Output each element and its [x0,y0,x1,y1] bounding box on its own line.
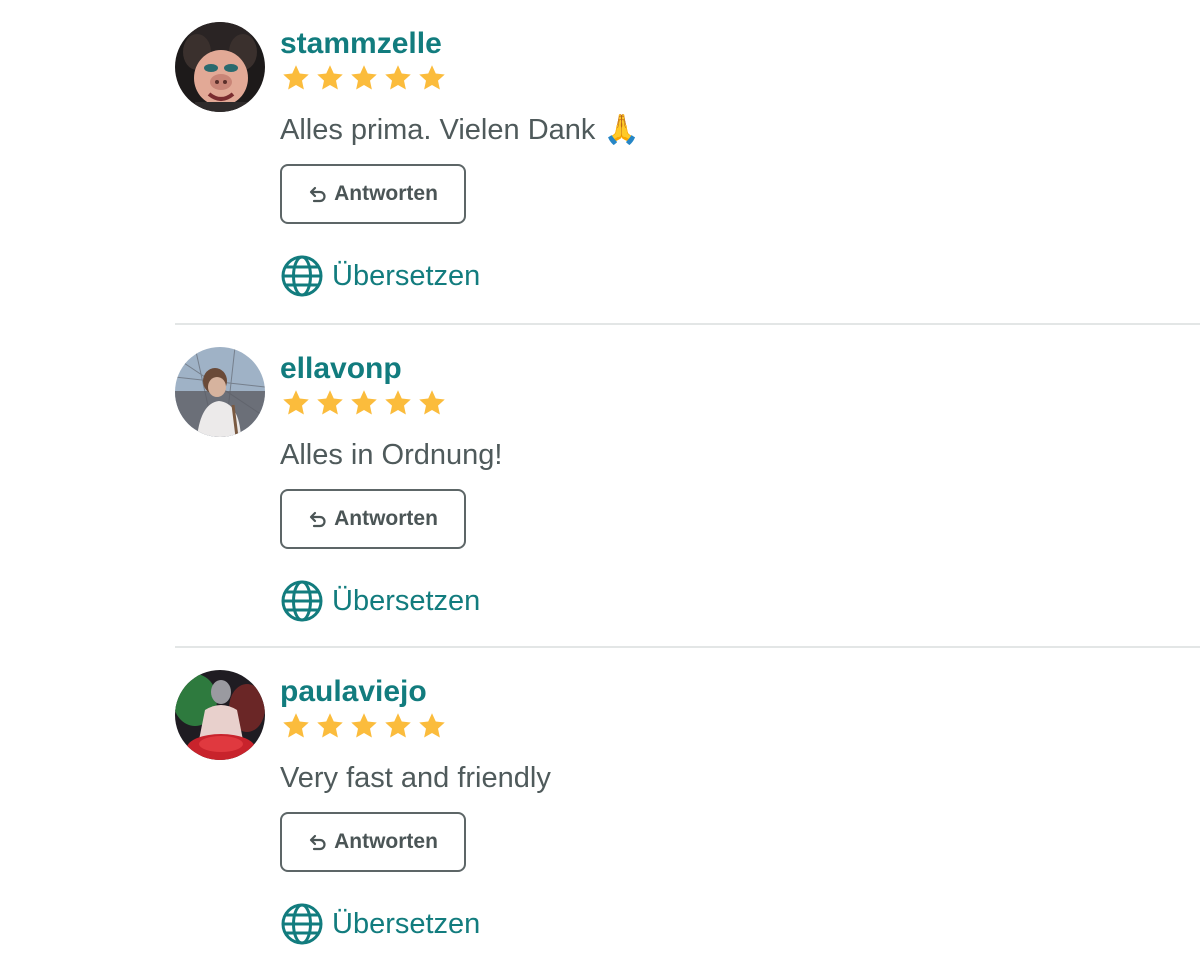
reply-button[interactable]: Antworten [280,164,466,224]
translate-link[interactable]: Übersetzen [280,902,480,946]
review-text: Alles prima. Vielen Dank 🙏 [280,114,640,146]
star-icon [382,388,414,418]
translate-label: Übersetzen [332,585,481,617]
reply-button-label: Antworten [334,182,438,205]
star-icon [382,63,414,93]
reply-button-label: Antworten [334,830,438,853]
avatar[interactable] [175,22,265,112]
globe-icon [280,902,324,946]
star-icon [314,388,346,418]
reviewer-name[interactable]: ellavonp [280,351,402,387]
translate-link[interactable]: Übersetzen [280,254,480,298]
translate-label: Übersetzen [332,908,481,940]
star-icon [382,711,414,741]
star-icon [280,63,312,93]
globe-icon [280,254,324,298]
reply-arrow-icon [308,184,328,204]
star-rating [280,711,448,741]
reply-arrow-icon [308,832,328,852]
reviewer-name[interactable]: paulaviejo [280,674,427,710]
star-icon [348,388,380,418]
review-text: Alles in Ordnung! [280,439,503,471]
translate-label: Übersetzen [332,260,481,292]
globe-icon [280,579,324,623]
review-item: paulaviejo Very fast and friendly Antwor… [175,646,1200,969]
review-item: ellavonp Alles in Ordnung! Antworten Übe [175,323,1200,646]
star-icon [416,388,448,418]
reply-button[interactable]: Antworten [280,812,466,872]
star-icon [314,711,346,741]
star-rating [280,63,448,93]
reply-button[interactable]: Antworten [280,489,466,549]
star-icon [348,711,380,741]
avatar[interactable] [175,670,265,760]
star-icon [416,711,448,741]
translate-link[interactable]: Übersetzen [280,579,480,623]
star-rating [280,388,448,418]
review-item: stammzelle Alles prima. Vielen Dank 🙏 An… [175,0,1200,323]
avatar[interactable] [175,347,265,437]
star-icon [348,63,380,93]
star-icon [280,388,312,418]
reviewer-name[interactable]: stammzelle [280,26,442,62]
star-icon [314,63,346,93]
star-icon [416,63,448,93]
review-text: Very fast and friendly [280,762,551,794]
star-icon [280,711,312,741]
reply-button-label: Antworten [334,507,438,530]
reply-arrow-icon [308,509,328,529]
review-list: stammzelle Alles prima. Vielen Dank 🙏 An… [175,0,1200,969]
